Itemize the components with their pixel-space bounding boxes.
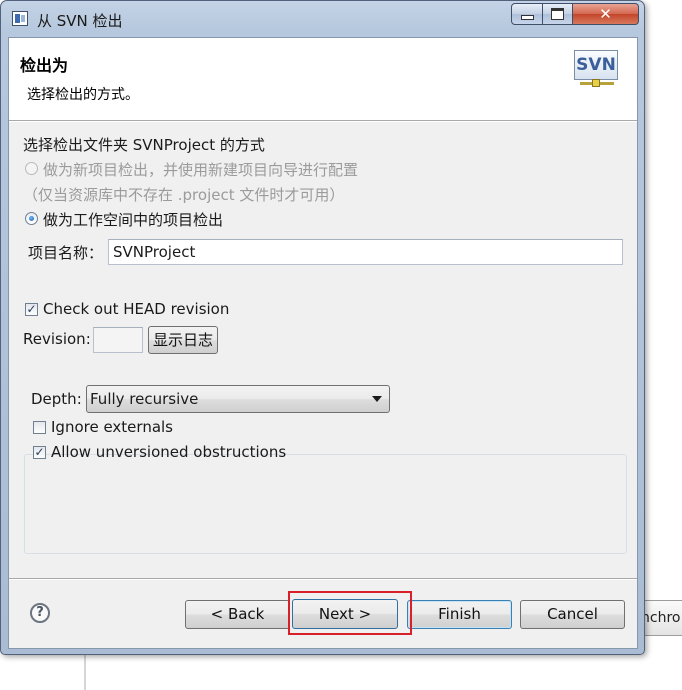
close-icon: ✕: [599, 5, 612, 23]
project-name-label: 项目名称：: [28, 244, 104, 262]
depth-label: Depth:: [31, 390, 82, 408]
radio-workspace-project[interactable]: [25, 212, 38, 225]
svn-logo-text: SVN: [574, 50, 618, 80]
dialog-client-area: 检出为 选择检出的方式。 SVN 选择检出文件夹 SVNProject 的方式 …: [8, 37, 638, 649]
head-revision-checkbox[interactable]: ✓: [25, 303, 38, 316]
svn-logo-icon: SVN: [574, 50, 620, 94]
minimize-icon: [520, 15, 534, 20]
ignore-externals-checkbox[interactable]: [33, 421, 46, 434]
finish-button[interactable]: Finish: [407, 600, 512, 629]
background-partial-text: nchro: [641, 610, 681, 626]
allow-unversioned-checkbox[interactable]: ✓: [33, 446, 46, 459]
wizard-content: 选择检出文件夹 SVNProject 的方式 做为新项目检出，并使用新建项目向导…: [9, 122, 637, 578]
wizard-footer: ? < Back Next > Finish Cancel: [9, 580, 637, 648]
help-icon[interactable]: ?: [30, 603, 50, 623]
show-log-button[interactable]: 显示日志: [148, 326, 218, 354]
revision-input[interactable]: [93, 327, 143, 353]
title-bar[interactable]: 从 SVN 检出 ✕: [1, 1, 644, 37]
window-title: 从 SVN 检出: [37, 12, 123, 30]
wizard-banner: 检出为 选择检出的方式。 SVN: [9, 38, 637, 120]
next-button[interactable]: Next >: [292, 599, 398, 629]
radio-new-project[interactable]: [25, 162, 38, 175]
checkout-dialog: 从 SVN 检出 ✕ 检出为 选择检出的方式。 SVN 选择检出文件夹 SVNP…: [0, 0, 645, 655]
background-divider: [84, 655, 86, 690]
radio-new-project-label: 做为新项目检出，并使用新建项目向导进行配置: [43, 161, 359, 179]
back-button[interactable]: < Back: [185, 600, 290, 629]
chevron-down-icon: [372, 396, 382, 402]
caption-buttons: ✕: [511, 3, 639, 25]
close-button[interactable]: ✕: [573, 3, 639, 25]
maximize-button[interactable]: [543, 3, 573, 25]
depth-options-group: [24, 454, 627, 554]
svn-logo-node: [592, 79, 600, 87]
allow-unversioned-label: Allow unversioned obstructions: [51, 443, 287, 461]
options-heading: 选择检出文件夹 SVNProject 的方式: [23, 136, 265, 154]
page-description: 选择检出的方式。: [27, 87, 139, 103]
cancel-button[interactable]: Cancel: [520, 600, 625, 629]
radio-workspace-project-label: 做为工作空间中的项目检出: [43, 211, 224, 229]
revision-label: Revision:: [23, 330, 91, 348]
desktop-background: [645, 0, 682, 690]
minimize-button[interactable]: [511, 3, 543, 25]
ignore-externals-label: Ignore externals: [51, 418, 173, 436]
depth-select[interactable]: Fully recursive: [86, 385, 390, 413]
page-title: 检出为: [20, 56, 69, 75]
window-app-icon: [12, 11, 28, 26]
desktop-background-bottom: [0, 655, 682, 690]
maximize-icon: [551, 8, 564, 20]
project-name-input[interactable]: SVNProject: [108, 239, 623, 265]
head-revision-label: Check out HEAD revision: [43, 300, 230, 318]
background-partial-button: nchro: [640, 600, 682, 636]
radio-new-project-note: （仅当资源库中不存在 .project 文件时才可用）: [23, 186, 345, 204]
depth-selected-value: Fully recursive: [90, 390, 199, 408]
